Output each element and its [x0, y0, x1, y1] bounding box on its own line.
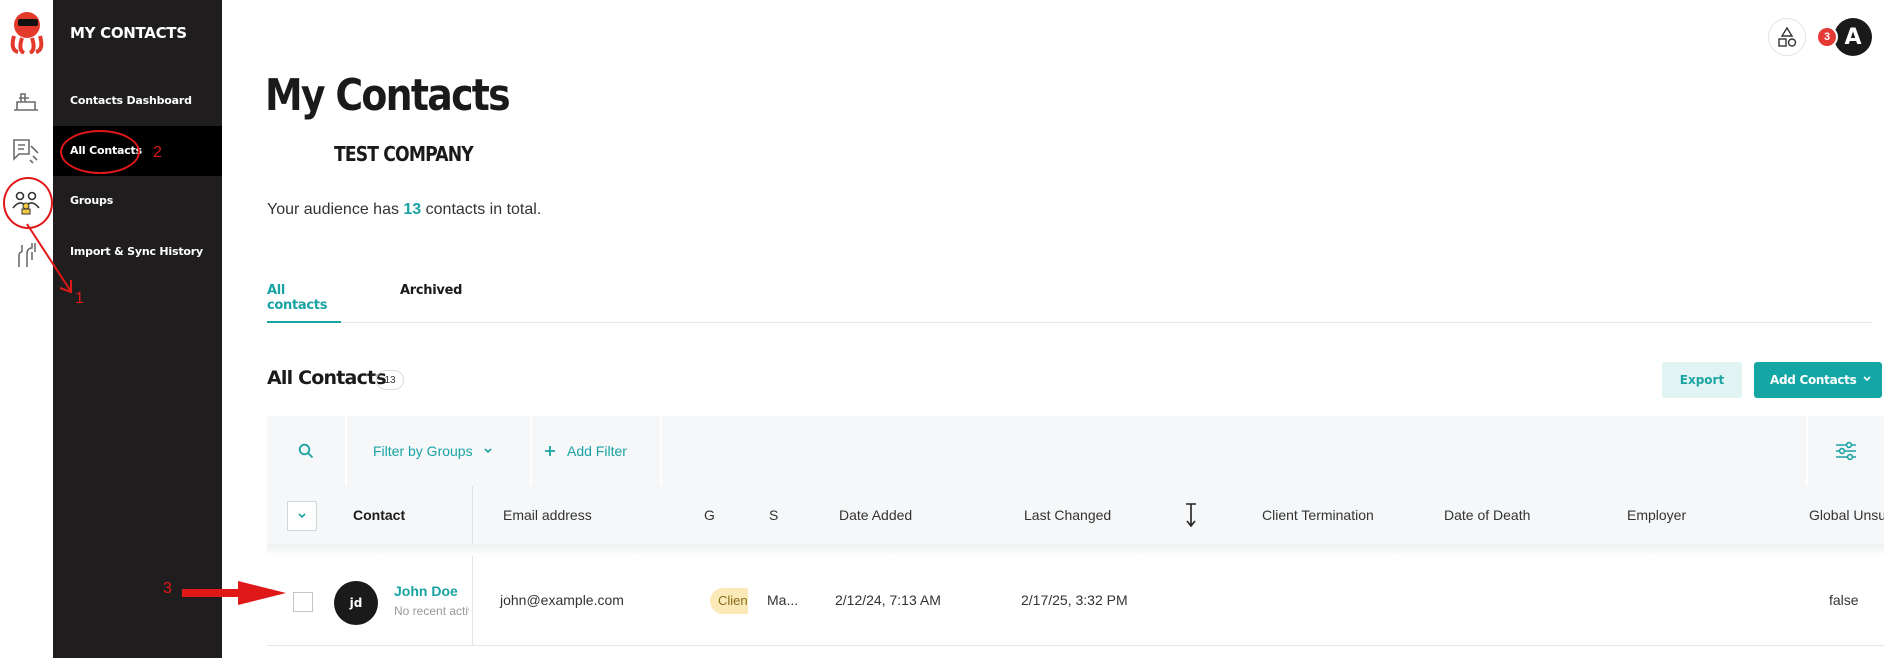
- column-header-contact[interactable]: Contact: [353, 486, 405, 544]
- annotation-label-3: 3: [163, 580, 172, 597]
- cell-email: john@example.com: [500, 592, 624, 608]
- chevron-down-icon: [298, 513, 306, 519]
- chevron-down-icon: [484, 448, 492, 454]
- contacts-tabs: All contacts Archived: [267, 283, 1872, 323]
- sidebar-brand: MY CONTACTS: [70, 24, 187, 42]
- contact-avatar: jd: [334, 581, 378, 625]
- main-content: 3 A My Contacts TEST COMPANY Your audien…: [222, 0, 1892, 658]
- sidebar: MY CONTACTS Contacts Dashboard All Conta…: [53, 0, 222, 658]
- cell-last-changed: 2/17/25, 3:32 PM: [1021, 592, 1128, 608]
- chevron-down-icon: [1863, 376, 1871, 382]
- group-tag: Client: [710, 588, 748, 614]
- add-filter-label: Add Filter: [567, 443, 627, 459]
- plus-icon: [545, 446, 555, 456]
- select-all-dropdown[interactable]: [287, 501, 317, 531]
- section-title: All Contacts: [267, 367, 387, 389]
- annotation-label-2: 2: [153, 144, 162, 161]
- add-contacts-button[interactable]: Add Contacts: [1754, 362, 1882, 398]
- column-header-employer[interactable]: Employer: [1627, 486, 1686, 544]
- annotation-arrow-icon: [182, 581, 286, 605]
- page-title: My Contacts: [265, 70, 511, 121]
- annotation-label-1: 1: [75, 290, 84, 307]
- filter-by-groups-label: Filter by Groups: [373, 443, 473, 459]
- contact-name-link[interactable]: John Doe: [394, 583, 458, 599]
- contact-subtitle: No recent activity: [394, 604, 469, 618]
- sliders-icon: [1836, 441, 1856, 461]
- notification-badge[interactable]: 3: [1816, 26, 1838, 48]
- cell-date-added: 2/12/24, 7:13 AM: [835, 592, 941, 608]
- add-contacts-label: Add Contacts: [1770, 373, 1857, 387]
- table-header: Contact Email address G S Date Added Las…: [267, 486, 1884, 544]
- audience-suffix: contacts in total.: [421, 201, 542, 218]
- column-settings-button[interactable]: [1806, 416, 1884, 486]
- column-header-last-changed[interactable]: Last Changed: [1024, 486, 1111, 544]
- column-header-global-unsubscribe[interactable]: Global Unsubsc: [1809, 486, 1884, 544]
- tab-all-contacts[interactable]: All contacts: [267, 283, 341, 323]
- audience-summary: Your audience has 13 contacts in total.: [267, 201, 541, 219]
- user-avatar[interactable]: A: [1834, 18, 1872, 56]
- filter-by-groups-dropdown[interactable]: Filter by Groups: [347, 416, 532, 486]
- contacts-count-badge: 13: [376, 370, 404, 390]
- audience-count: 13: [403, 201, 422, 218]
- column-header-date-added[interactable]: Date Added: [839, 486, 912, 544]
- filter-bar: Filter by Groups Add Filter: [267, 416, 1884, 486]
- column-header-s[interactable]: S: [769, 486, 778, 544]
- column-header-email[interactable]: Email address: [503, 486, 592, 544]
- table-row[interactable]: jd John Doe No recent activity john@exam…: [267, 556, 1884, 646]
- sidebar-item-contacts-dashboard[interactable]: Contacts Dashboard: [53, 76, 222, 126]
- annotation-ring-all-contacts: [60, 130, 140, 174]
- header-actions: 3 A: [1768, 18, 1872, 56]
- add-filter-button[interactable]: Add Filter: [532, 416, 662, 486]
- column-header-date-of-death[interactable]: Date of Death: [1444, 486, 1530, 544]
- annotation-arrow-icon: [26, 223, 72, 294]
- company-name: TEST COMPANY: [334, 142, 474, 166]
- search-button[interactable]: [267, 416, 347, 486]
- column-divider: [472, 556, 473, 645]
- row-checkbox[interactable]: [293, 592, 313, 612]
- cell-status: Ma...: [767, 592, 799, 608]
- shapes-icon[interactable]: [1768, 18, 1806, 56]
- messages-icon[interactable]: [11, 136, 41, 166]
- ninja-logo-icon[interactable]: [8, 10, 46, 54]
- tab-archived[interactable]: Archived: [400, 283, 462, 323]
- search-icon: [298, 443, 314, 459]
- icon-rail: [0, 0, 53, 658]
- sidebar-item-groups[interactable]: Groups: [53, 176, 222, 226]
- column-divider: [472, 486, 473, 544]
- header-shadow: [267, 544, 1884, 556]
- column-header-g[interactable]: G: [704, 486, 715, 544]
- campaigns-icon[interactable]: [11, 86, 41, 116]
- audience-prefix: Your audience has: [267, 201, 404, 218]
- cell-global-unsubscribe: false: [1829, 592, 1859, 608]
- export-button[interactable]: Export: [1662, 362, 1742, 398]
- column-header-client-termination[interactable]: Client Termination: [1262, 486, 1374, 544]
- sort-column-icon[interactable]: [1184, 502, 1198, 528]
